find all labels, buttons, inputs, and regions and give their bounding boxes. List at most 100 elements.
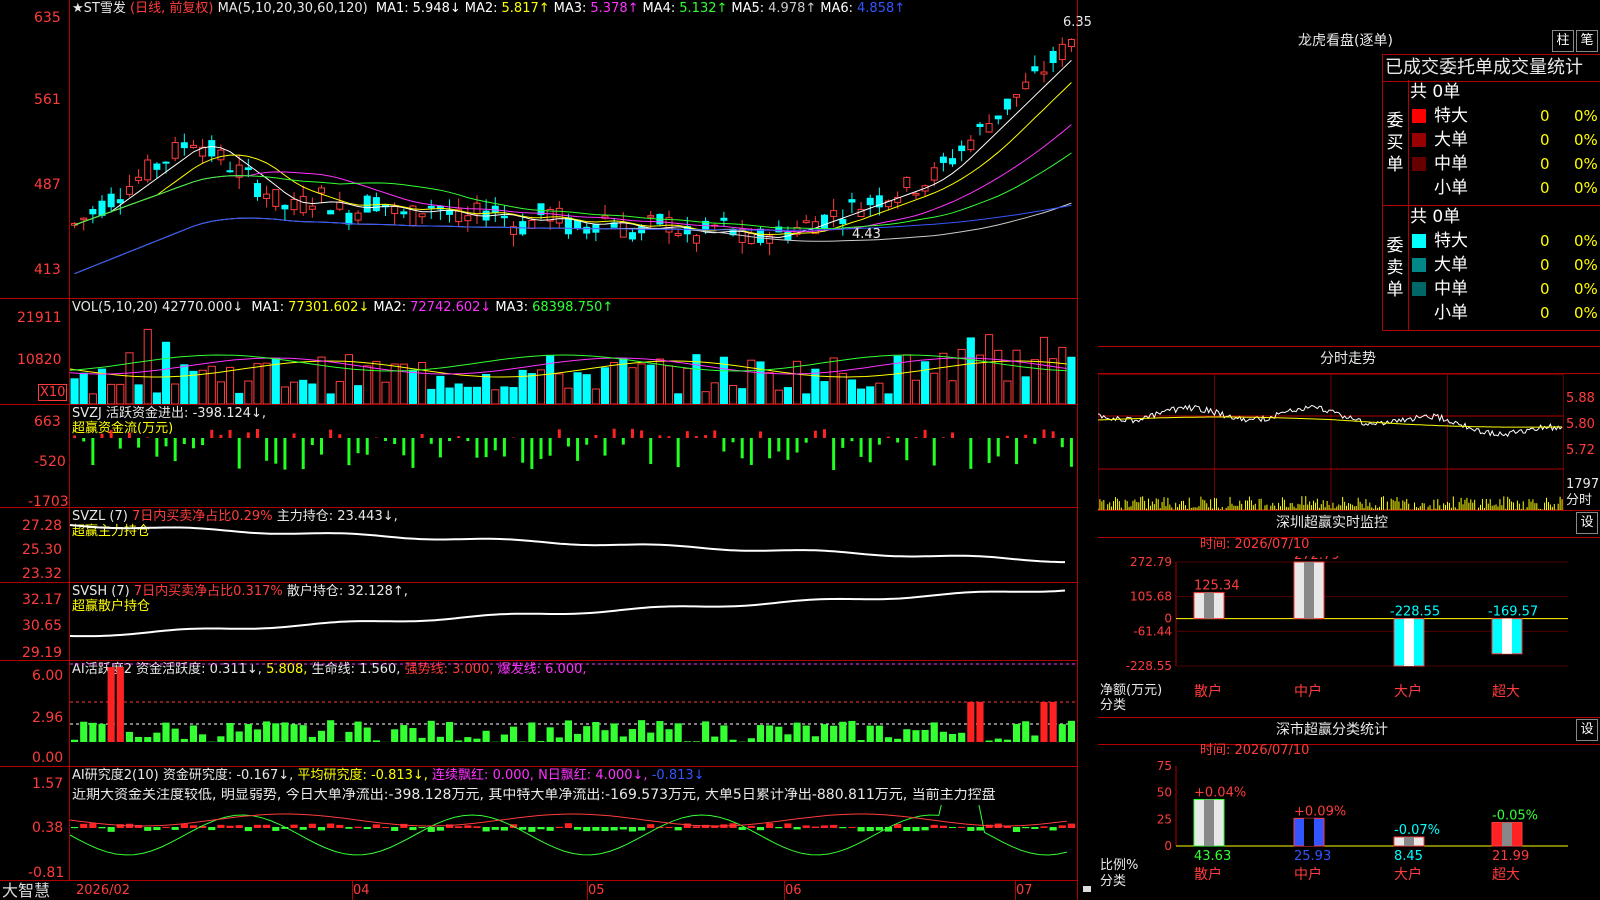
research-bar (784, 823, 792, 828)
candle-body (98, 200, 106, 216)
stats-category: 超大 (1492, 867, 1520, 883)
monitor-y-tick: 272.79 (1130, 556, 1172, 569)
activity-bar (967, 702, 975, 742)
activity-bar (1040, 702, 1048, 742)
activity-bar (354, 721, 362, 742)
research-bar (756, 827, 765, 831)
activity-bar (848, 720, 856, 742)
vol-chart[interactable] (70, 314, 1076, 404)
activity-bar (1049, 702, 1057, 742)
fenshi-avg-line (1098, 416, 1563, 428)
ai2-v2: -0.813↓, (370, 768, 428, 783)
y-tick: 23.32 (22, 566, 63, 582)
activity-bar (976, 702, 984, 742)
stats-time: 时间: 2026/07/10 (1200, 743, 1310, 758)
activity-bar (930, 722, 938, 742)
research-bar (491, 827, 499, 830)
order-count: 0 (1540, 179, 1550, 197)
ma-value-5: 4.978↑ (768, 1, 817, 16)
research-bar (500, 827, 508, 831)
order-type-label: 中单 (1434, 279, 1468, 299)
y-tick: 25.30 (22, 542, 63, 558)
tick-mode-button[interactable]: 笔 (1576, 30, 1598, 52)
x-tick (587, 880, 588, 900)
activity-bar (528, 722, 536, 742)
research-bar (820, 825, 829, 828)
activity-bar (244, 723, 252, 742)
research-bar (866, 827, 874, 832)
stats-settings-button[interactable]: 设 (1576, 719, 1598, 741)
legend-swatch (1412, 109, 1426, 123)
candle-body (555, 207, 563, 224)
svsh-chart[interactable] (70, 584, 1076, 659)
activity-bar (80, 721, 88, 742)
lhb-tab-bar[interactable]: 已成交委托单成交量统计 (1382, 54, 1600, 82)
order-type-label: 特大 (1434, 106, 1468, 126)
stats-change-label: +0.09% (1294, 804, 1346, 819)
activity-bar (345, 731, 353, 742)
vol-label: VOL(5,10,20) (72, 300, 158, 315)
volume-bar (985, 334, 994, 404)
vol-ma-value-3: 68398.750↑ (532, 300, 614, 315)
research-bar (601, 827, 609, 832)
fenshi-chart[interactable] (1098, 374, 1564, 510)
ai2-chart[interactable] (70, 805, 1076, 879)
volume-bar (152, 392, 161, 404)
activity-bar (1031, 735, 1039, 742)
volume-bar (637, 363, 646, 404)
candle-body (162, 161, 170, 164)
pane-divider (0, 582, 1077, 583)
activity-bar (811, 736, 819, 742)
candle-body (1022, 81, 1030, 90)
vol-header: VOL(5,10,20) 42770.000↓ MA1: 77301.602↓ MA… (72, 301, 613, 315)
activity-bar (171, 728, 179, 742)
bar-mode-button[interactable]: 柱 (1552, 30, 1574, 52)
volume-bar (728, 385, 738, 404)
monitor-settings-button[interactable]: 设 (1576, 512, 1598, 534)
y-tick: 487 (34, 177, 61, 193)
candle-body (1067, 39, 1075, 47)
volume-bar (966, 337, 975, 404)
high-price-label: 6.35 (1063, 15, 1092, 30)
research-bar (802, 825, 810, 828)
research-bar (811, 826, 819, 828)
candle-body (272, 189, 280, 207)
activity-bar (665, 729, 673, 742)
volume-bar (189, 370, 198, 404)
ai1-chart[interactable] (70, 662, 1076, 765)
research-bar (308, 823, 316, 828)
research-bar (519, 827, 527, 830)
svzl-chart[interactable] (70, 509, 1076, 581)
lhb-title: 龙虎看盘(逐单) (1298, 33, 1393, 49)
research-bar (217, 824, 225, 828)
research-bar (1067, 823, 1075, 828)
volume-bar (289, 381, 299, 404)
order-type-label: 中单 (1434, 154, 1468, 174)
activity-bar (299, 725, 307, 742)
research-bar (793, 827, 801, 830)
x-tick (784, 880, 785, 900)
svzj-chart[interactable] (70, 406, 1076, 506)
kline-chart[interactable] (70, 18, 1076, 298)
candle-body (930, 167, 938, 181)
monitor-title: 深圳超赢实时监控 (1276, 515, 1388, 531)
activity-bar (327, 720, 335, 742)
stock-name[interactable]: ★ST雪发 (72, 1, 126, 16)
order-percent: 0% (1574, 232, 1598, 250)
candle-body (939, 156, 947, 163)
research-bar (619, 827, 627, 830)
low-price-label: 4.43 (852, 227, 881, 242)
lhb-tabs[interactable]: 已成交委托单成交量统计 (1383, 55, 1600, 81)
candle-body (318, 187, 325, 194)
fenshi-title[interactable]: 分时走势 (1320, 352, 1376, 366)
period-mode[interactable]: (日线, 前复权) (130, 1, 213, 16)
volume-bar (555, 373, 564, 404)
candle-body (253, 183, 261, 197)
activity-bar (775, 726, 783, 742)
lock-icon[interactable] (1083, 886, 1091, 892)
x-label: 2026/02 (76, 883, 131, 898)
candle-body (628, 232, 636, 240)
candle-body (153, 163, 161, 170)
order-type-label: 小单 (1434, 178, 1468, 198)
candle-body (180, 142, 188, 149)
